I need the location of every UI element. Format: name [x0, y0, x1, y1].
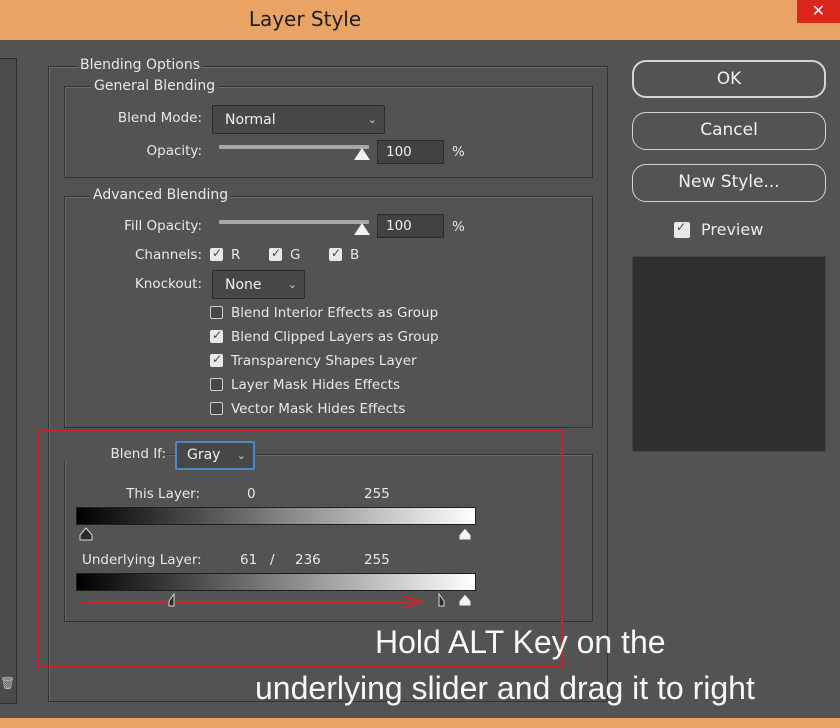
channel-g-label: G [290, 247, 301, 263]
annotation-line-2: underlying slider and drag it to right [255, 670, 755, 706]
window-title: Layer Style [248, 7, 362, 31]
opacity-slider-track[interactable] [219, 145, 369, 149]
blend-mode-label: Blend Mode: [117, 110, 202, 126]
layer-mask-hides-label: Layer Mask Hides Effects [231, 377, 400, 393]
styles-list-panel[interactable] [0, 58, 17, 704]
channel-b-checkbox[interactable] [329, 246, 342, 261]
channel-r-checkbox[interactable] [210, 246, 223, 261]
advanced-blending-legend: Advanced Blending [90, 187, 232, 203]
opacity-label: Opacity: [146, 143, 203, 159]
blend-interior-checkbox[interactable] [210, 306, 223, 319]
channels-label: Channels: [134, 247, 202, 263]
chevron-down-icon: ⌄ [287, 278, 297, 291]
blend-mode-dropdown[interactable]: Normal ⌄ [212, 105, 385, 134]
vector-mask-hides-checkbox[interactable] [210, 402, 223, 415]
fill-opacity-slider-thumb[interactable] [354, 223, 370, 235]
transparency-shapes-label: Transparency Shapes Layer [231, 353, 417, 369]
vector-mask-hides-label: Vector Mask Hides Effects [231, 401, 406, 417]
fill-opacity-unit: % [452, 219, 465, 235]
channel-b-label: B [350, 247, 360, 263]
blend-clipped-label: Blend Clipped Layers as Group [231, 329, 439, 345]
chevron-down-icon: ⌄ [367, 113, 377, 126]
fill-opacity-label: Fill Opacity: [124, 218, 202, 234]
opacity-unit: % [452, 144, 465, 160]
layer-mask-hides-checkbox[interactable] [210, 378, 223, 391]
preview-checkbox[interactable] [674, 220, 690, 238]
bottom-border [0, 718, 840, 728]
blend-clipped-checkbox[interactable] [210, 328, 223, 343]
opacity-slider-thumb[interactable] [354, 148, 370, 160]
preview-label: Preview [701, 220, 764, 239]
channel-r-label: R [231, 247, 241, 263]
ok-button[interactable]: OK [632, 60, 826, 98]
annotation-line-1: Hold ALT Key on the [375, 624, 666, 660]
fill-opacity-slider-track[interactable] [219, 220, 369, 224]
blend-mode-value: Normal [225, 112, 276, 128]
close-icon: ✕ [811, 1, 826, 20]
trash-icon[interactable]: 🗑 [0, 676, 15, 690]
preview-thumbnail [632, 256, 826, 452]
close-button[interactable]: ✕ [797, 0, 840, 23]
cancel-button[interactable]: Cancel [632, 112, 826, 150]
fill-opacity-input[interactable]: 100 [377, 214, 444, 238]
knockout-dropdown[interactable]: None ⌄ [212, 270, 305, 299]
transparency-shapes-checkbox[interactable] [210, 352, 223, 367]
knockout-label: Knockout: [134, 276, 202, 292]
new-style-button[interactable]: New Style... [632, 164, 826, 202]
channel-g-checkbox[interactable] [269, 246, 282, 261]
blend-interior-label: Blend Interior Effects as Group [231, 305, 439, 321]
general-blending-legend: General Blending [91, 78, 219, 94]
knockout-value: None [225, 277, 262, 293]
blending-options-legend: Blending Options [77, 57, 203, 73]
opacity-input[interactable]: 100 [377, 140, 444, 164]
